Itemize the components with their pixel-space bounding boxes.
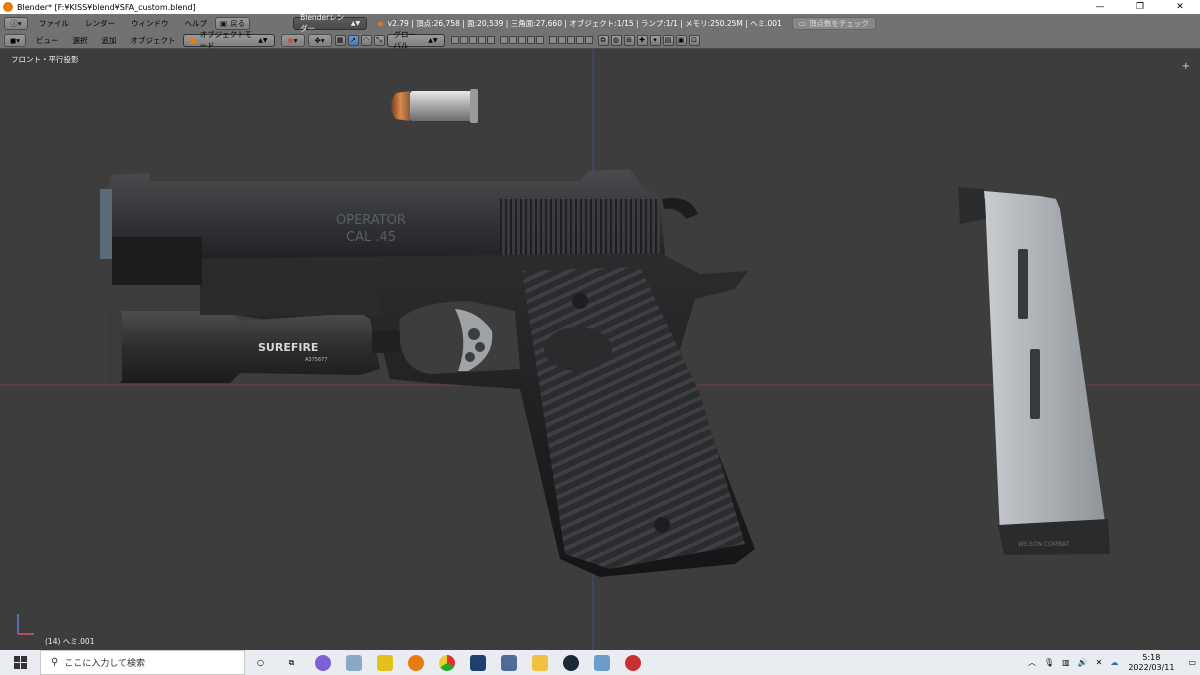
menu-object[interactable]: オブジェクト	[124, 35, 183, 46]
pivot-icon: ✥	[314, 35, 321, 45]
surefire-brand-text: SUREFIRE	[258, 341, 318, 354]
menu-add[interactable]: 追加	[95, 35, 124, 46]
app-icon-3[interactable]	[369, 650, 400, 675]
layer-buttons-2[interactable]	[499, 36, 545, 44]
view-name-label: フロント・平行投影	[11, 55, 79, 64]
proportional-edit-icon[interactable]: ✚	[636, 34, 648, 46]
taskbar-search-box[interactable]: ⚲ ここに入力して検索	[40, 650, 245, 675]
snap-target-icon[interactable]: ▾	[649, 34, 661, 46]
window-title: Blender* [F:¥KISS¥blend¥SFA_custom.blend…	[17, 2, 196, 12]
close-button[interactable]: ✕	[1160, 0, 1200, 14]
rotate-icon[interactable]: ◠	[360, 34, 372, 46]
menu-help[interactable]: ヘルプ	[177, 18, 216, 29]
render-engine-dropdown[interactable]: Blenderレンダー ▲▼	[293, 13, 368, 33]
microphone-icon[interactable]: 🎙	[1044, 658, 1054, 667]
windows-taskbar: ⚲ ここに入力して検索 ○ ⧉ ︿ 🎙 ▥ 🔊 ✕ ☁ 5:18 2022/03…	[0, 650, 1200, 675]
active-object-label: (14) ヘミ.001	[45, 637, 95, 646]
windows-start-icon[interactable]	[0, 650, 40, 675]
blender-taskbar-icon[interactable]	[400, 650, 431, 675]
menu-file[interactable]: ファイル	[31, 18, 77, 29]
search-icon: ⚲	[51, 657, 59, 668]
magazine-text: WILSON COMBAT	[1018, 541, 1070, 548]
shading-sphere-icon: ⊗	[287, 35, 294, 45]
mode-dropdown[interactable]: ■ オブジェクトモード ▲▼	[182, 30, 275, 50]
view3d-header: ◼▾ ビュー 選択 追加 オブジェクト ■ オブジェクトモード ▲▼ ⊗ ▾ ✥ ▾…	[0, 30, 1200, 50]
slide-text-operator: OPERATOR	[336, 213, 406, 228]
cortana-icon[interactable]: ○	[245, 650, 276, 675]
magazine-model: WILSON COMBAT	[958, 187, 1110, 555]
onedrive-icon[interactable]: ☁	[1110, 658, 1118, 667]
check-vertex-button[interactable]: ▭ 頂点数をチェック	[791, 16, 876, 30]
snap-element-icon[interactable]: ⊞	[623, 34, 635, 46]
back-button[interactable]: ▣ 戻る	[215, 16, 251, 30]
layer-buttons-3[interactable]	[548, 36, 594, 44]
snap-toggle-icon[interactable]: ◍	[610, 34, 622, 46]
flashlight-model: SUREFIRE A375677	[108, 291, 400, 383]
layer-lock-icon[interactable]: ⧉	[597, 34, 609, 46]
chrome-icon[interactable]	[431, 650, 462, 675]
app-icon-5[interactable]	[493, 650, 524, 675]
cube-icon: ■	[189, 35, 197, 45]
chevron-icon: ▲▼	[350, 19, 361, 27]
slide-text-caliber: CAL .45	[346, 230, 396, 245]
system-tray: ︿ 🎙 ▥ 🔊 ✕ ☁ 5:18 2022/03/11 ▭	[1024, 650, 1200, 675]
app-icon-4[interactable]	[462, 650, 493, 675]
tray-chevron-icon[interactable]: ︿	[1028, 657, 1036, 668]
layer-buttons-1[interactable]	[450, 36, 496, 44]
blender-version-icon: ◉	[377, 18, 384, 28]
blender-logo-icon	[3, 2, 13, 12]
chevron-icon: ▲▼	[258, 36, 268, 44]
serial-number-text: A375677	[305, 357, 328, 363]
menu-select[interactable]: 選択	[66, 35, 95, 46]
scale-icon[interactable]: ⤡	[373, 34, 385, 46]
volume-icon[interactable]: 🔊	[1078, 658, 1088, 667]
chevron-icon: ▲▼	[428, 36, 438, 44]
bullet-model	[391, 89, 478, 123]
search-placeholder: ここに入力して検索	[64, 659, 146, 669]
translate-icon[interactable]: ↗	[347, 34, 359, 46]
app-icon-2[interactable]	[338, 650, 369, 675]
manipulator-toggle-icon[interactable]: ▦	[334, 34, 346, 46]
menu-render[interactable]: レンダー	[77, 18, 123, 29]
task-view-icon[interactable]: ⧉	[276, 650, 307, 675]
window-title-bar: Blender* [F:¥KISS¥blend¥SFA_custom.blend…	[0, 0, 1200, 14]
checkbox-icon: ▭	[798, 18, 806, 28]
menu-window[interactable]: ウィンドウ	[123, 18, 177, 29]
notification-icon[interactable]: ▭	[1188, 658, 1196, 667]
info-header: ⓘ▾ ファイル レンダー ウィンドウ ヘルプ ▣ 戻る Blenderレンダー …	[0, 13, 1200, 33]
toolshelf-plus-icon[interactable]: +	[1182, 61, 1190, 72]
shading-dropdown[interactable]: ⊗ ▾	[280, 33, 305, 47]
file-explorer-icon[interactable]	[524, 650, 555, 675]
viewport-3d[interactable]: SUREFIRE A375677 OPERATOR CAL .45 WILSON…	[0, 49, 1200, 650]
clock-time: 5:18	[1142, 652, 1161, 662]
keyboard-icon[interactable]: ✕	[1096, 658, 1103, 667]
orientation-dropdown[interactable]: グローバル ▲▼	[386, 30, 445, 50]
axis-gizmo-icon	[17, 614, 34, 635]
clock-date: 2022/03/11	[1128, 662, 1175, 672]
app-icon-7[interactable]	[617, 650, 648, 675]
opengl-render-icon[interactable]: ⊡	[688, 34, 700, 46]
minimize-button[interactable]: —	[1080, 0, 1120, 14]
editor-type-icon[interactable]: ⓘ▾	[4, 16, 28, 30]
taskbar-clock[interactable]: 5:18 2022/03/11	[1128, 653, 1174, 673]
screen-icon: ▣	[220, 18, 228, 28]
render-still-icon[interactable]: ▤	[662, 34, 674, 46]
network-icon[interactable]: ▥	[1062, 658, 1070, 667]
view-editor-type-icon[interactable]: ◼▾	[4, 33, 26, 47]
menu-view[interactable]: ビュー	[29, 35, 66, 46]
render-anim-icon[interactable]: ▣	[675, 34, 687, 46]
maximize-button[interactable]: ❐	[1120, 0, 1160, 14]
app-icon-6[interactable]	[586, 650, 617, 675]
steam-icon[interactable]	[555, 650, 586, 675]
app-icon-1[interactable]	[307, 650, 338, 675]
pivot-dropdown[interactable]: ✥ ▾	[307, 33, 332, 47]
scene-stats: v2.79 | 頂点:26,758 | 面:20,539 | 三角面:27,66…	[387, 18, 782, 28]
